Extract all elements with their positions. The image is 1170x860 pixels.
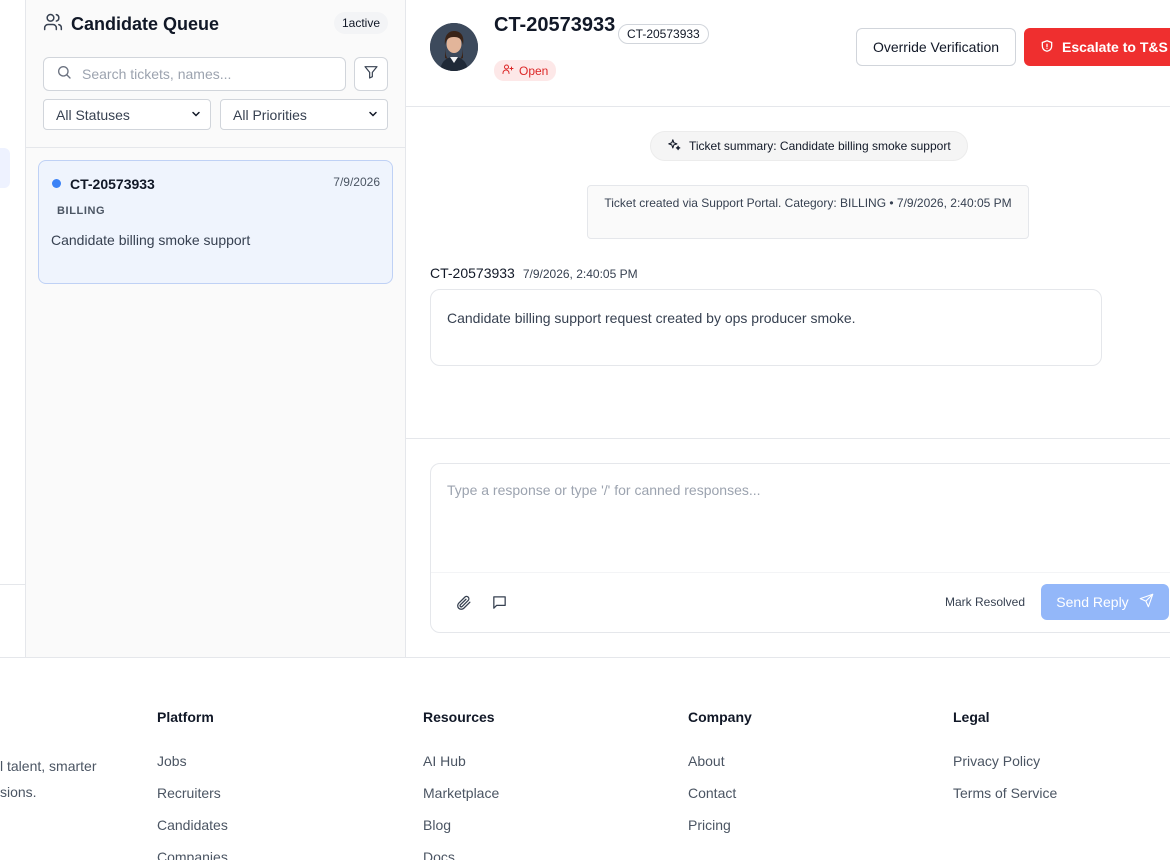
footer-link[interactable]: Pricing: [688, 816, 752, 848]
footer-column-resources: Resources AI Hub Marketplace Blog Docs: [423, 709, 499, 860]
paperclip-icon[interactable]: [455, 594, 472, 616]
override-verification-button[interactable]: Override Verification: [856, 28, 1016, 66]
reply-composer: Mark Resolved Send Reply: [430, 463, 1170, 633]
ticket-summary-text: Ticket summary: Candidate billing smoke …: [689, 139, 951, 153]
footer-column-legal: Legal Privacy Policy Terms of Service: [953, 709, 1057, 816]
site-footer: l talent, smarter sions. Platform Jobs R…: [0, 657, 1170, 860]
status-badge: Open: [494, 60, 557, 81]
queue-header: Candidate Queue 1active All Statuses All…: [26, 0, 406, 148]
ticket-header: CT-20573933 CT-20573933 Open Override Ve…: [406, 0, 1170, 107]
message-meta: CT-20573933 7/9/2026, 2:40:05 PM: [430, 265, 638, 281]
queue-title-text: Candidate Queue: [71, 14, 220, 34]
ticket-item-date: 7/9/2026: [333, 175, 380, 189]
chevron-down-icon: [190, 107, 202, 123]
footer-column-title: Company: [688, 709, 752, 725]
footer-column-title: Legal: [953, 709, 990, 725]
chevron-down-icon: [367, 107, 379, 123]
search-input[interactable]: [82, 66, 332, 82]
ticket-item-category: BILLING: [57, 205, 106, 217]
escalate-button[interactable]: Escalate to T&S: [1024, 28, 1170, 66]
footer-link[interactable]: Companies: [157, 848, 228, 860]
footer-link[interactable]: Candidates: [157, 816, 228, 848]
queue-title: Candidate Queue: [43, 12, 219, 37]
candidate-queue-panel: Candidate Queue 1active All Statuses All…: [26, 0, 406, 657]
system-message: Ticket created via Support Portal. Categ…: [587, 185, 1029, 239]
footer-link[interactable]: Terms of Service: [953, 784, 1057, 816]
reply-textarea[interactable]: [431, 464, 1170, 572]
footer-link[interactable]: Privacy Policy: [953, 752, 1057, 784]
users-icon: [43, 12, 63, 37]
message-timestamp: 7/9/2026, 2:40:05 PM: [522, 267, 638, 281]
sidebar: [0, 0, 26, 657]
message-square-icon[interactable]: [491, 594, 508, 616]
footer-tagline: l talent, smarter sions.: [0, 758, 97, 800]
footer-link[interactable]: Blog: [423, 816, 499, 848]
footer-column-platform: Platform Jobs Recruiters Candidates Comp…: [157, 709, 228, 860]
footer-column-title: Platform: [157, 709, 214, 725]
message-author: CT-20573933: [430, 265, 515, 281]
shield-icon: [1040, 39, 1054, 56]
sidebar-active-item[interactable]: [0, 148, 10, 188]
footer-link[interactable]: AI Hub: [423, 752, 499, 784]
ticket-id-title: CT-20573933: [494, 14, 616, 36]
footer-link[interactable]: About: [688, 752, 752, 784]
send-reply-label: Send Reply: [1056, 594, 1129, 610]
ticket-list-item[interactable]: CT-20573933 7/9/2026 BILLING Candidate b…: [38, 160, 393, 284]
send-reply-button[interactable]: Send Reply: [1041, 584, 1169, 620]
status-filter-select[interactable]: All Statuses: [43, 99, 211, 130]
message-bubble: Candidate billing support request create…: [430, 289, 1102, 366]
footer-link[interactable]: Contact: [688, 784, 752, 816]
ticket-item-id: CT-20573933: [70, 176, 155, 192]
user-plus-icon: [502, 63, 514, 78]
filter-icon: [363, 64, 379, 85]
send-icon: [1139, 593, 1154, 611]
footer-link[interactable]: Jobs: [157, 752, 228, 784]
ticket-id-chip: CT-20573933: [618, 24, 709, 44]
sparkles-icon: [667, 138, 681, 155]
active-count-badge: 1active: [333, 12, 388, 34]
search-box: [43, 57, 346, 91]
unread-dot: [52, 179, 61, 188]
footer-link[interactable]: Marketplace: [423, 784, 499, 816]
priority-filter-select[interactable]: All Priorities: [220, 99, 388, 130]
mark-resolved-button[interactable]: Mark Resolved: [945, 595, 1025, 609]
footer-column-title: Resources: [423, 709, 495, 725]
ticket-item-subject: Candidate billing smoke support: [51, 232, 251, 248]
filter-button[interactable]: [354, 57, 388, 91]
footer-link[interactable]: Recruiters: [157, 784, 228, 816]
priority-filter-value: All Priorities: [233, 106, 307, 123]
footer-column-company: Company About Contact Pricing: [688, 709, 752, 848]
composer-divider: [406, 438, 1170, 439]
footer-link[interactable]: Docs: [423, 848, 499, 860]
composer-toolbar-divider: [431, 572, 1170, 573]
status-text: Open: [519, 63, 549, 78]
escalate-label: Escalate to T&S: [1062, 39, 1168, 55]
ticket-summary-chip: Ticket summary: Candidate billing smoke …: [650, 131, 968, 161]
status-filter-value: All Statuses: [56, 106, 130, 123]
search-icon: [56, 64, 72, 85]
sidebar-divider: [0, 584, 26, 585]
avatar: [430, 23, 478, 71]
ticket-detail: CT-20573933 CT-20573933 Open Override Ve…: [406, 0, 1170, 657]
